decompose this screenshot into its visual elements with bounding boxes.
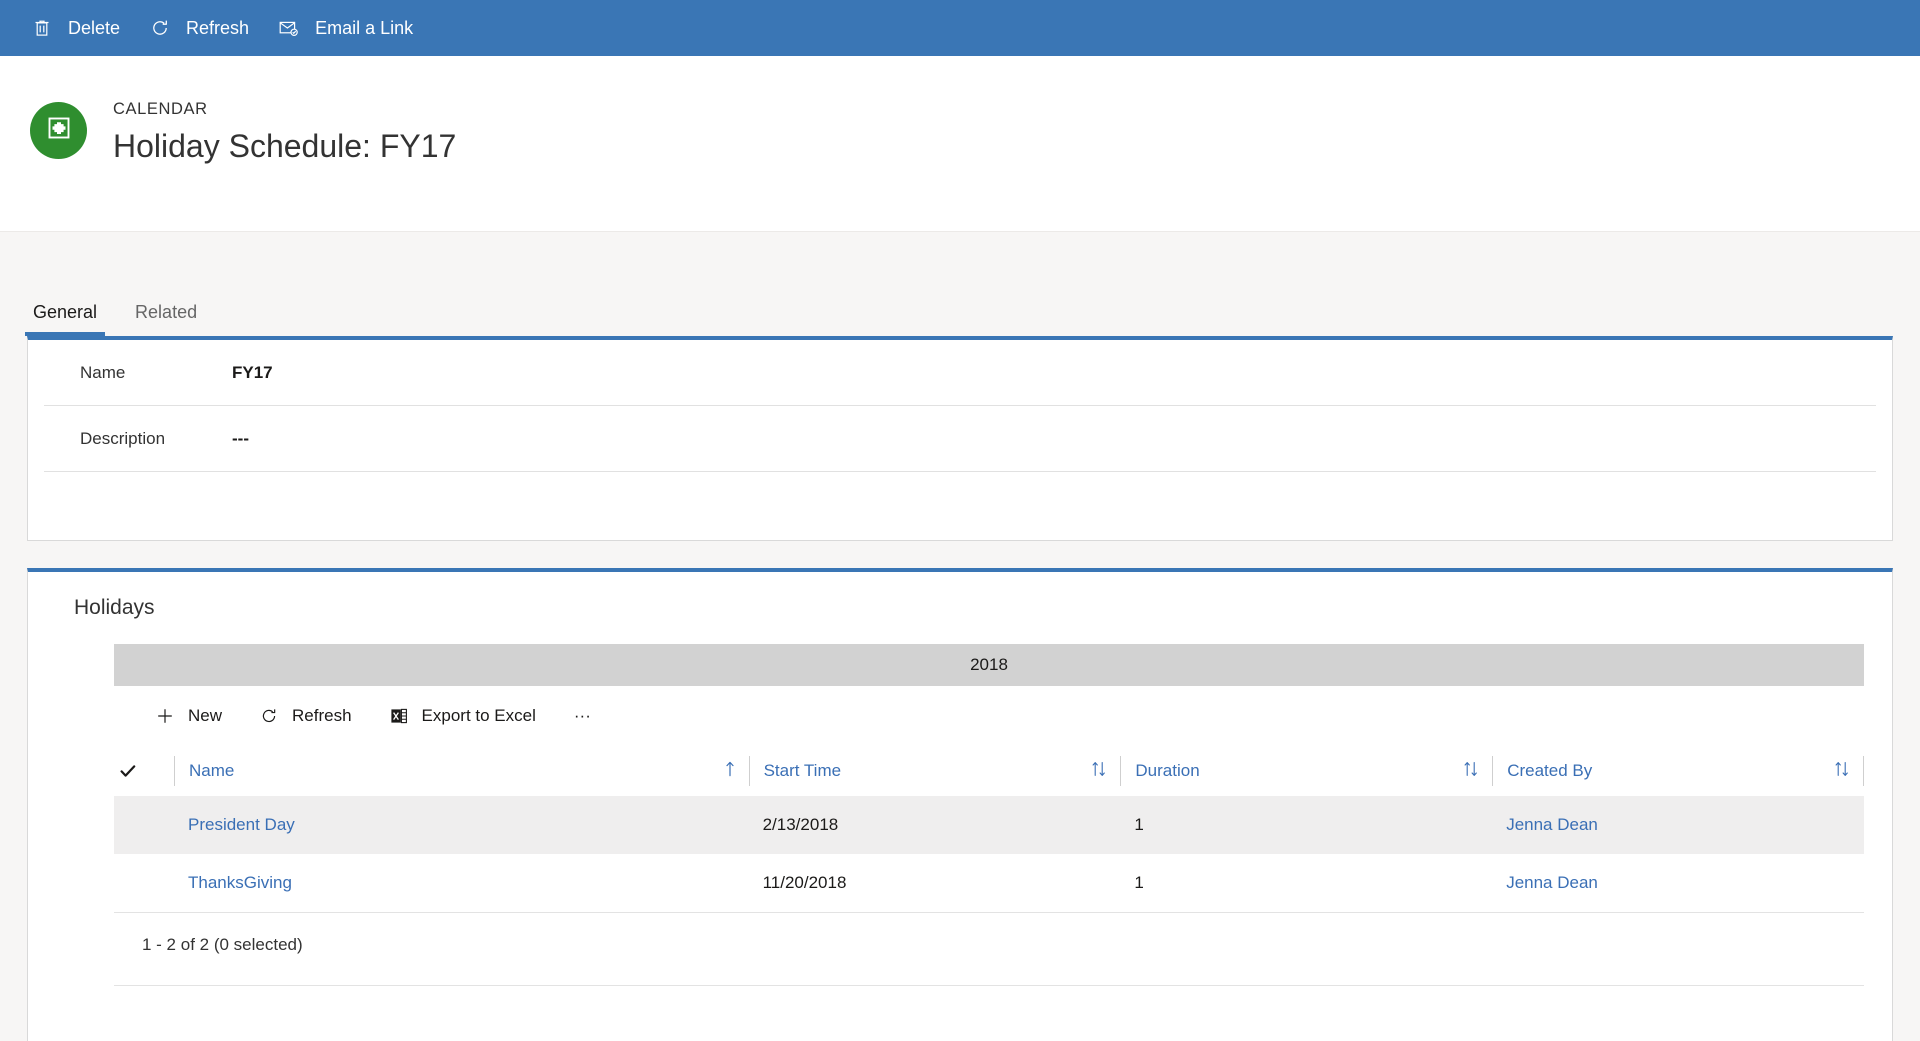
- trash-icon: [30, 16, 54, 40]
- email-link-icon: [277, 16, 301, 40]
- general-section-spacer: [44, 472, 1876, 512]
- record-header-text: CALENDAR Holiday Schedule: FY17: [113, 98, 456, 168]
- refresh-icon: [148, 16, 172, 40]
- description-field-label: Description: [80, 428, 166, 448]
- column-header-start-time[interactable]: Start Time: [748, 746, 1121, 796]
- row-name-link[interactable]: President Day: [188, 815, 295, 834]
- table-row[interactable]: President Day 2/13/2018 1 Jenna Dean: [114, 796, 1864, 855]
- delete-button-label: Delete: [68, 17, 121, 38]
- field-row-description: Description ---: [44, 406, 1876, 472]
- sort-ascending-icon: [723, 760, 737, 783]
- new-button-label: New: [188, 706, 223, 725]
- holidays-section-title: Holidays: [74, 596, 155, 619]
- row-name-cell[interactable]: President Day: [174, 796, 749, 855]
- grid-toolbar: New Refresh Export to Excel ···: [114, 686, 1864, 746]
- sort-toggle-icon: [1462, 760, 1480, 783]
- page-body: Name FY17 Description --- Holidays 2018: [0, 336, 1920, 1041]
- grid-refresh-button[interactable]: Refresh: [246, 696, 364, 736]
- grid-group-header: 2018: [114, 644, 1864, 686]
- email-a-link-button[interactable]: Email a Link: [263, 0, 427, 56]
- refresh-button-label: Refresh: [186, 17, 250, 38]
- tab-strip: General Related: [0, 231, 1920, 336]
- more-commands-button[interactable]: ···: [560, 696, 605, 736]
- sort-toggle-icon: [1833, 760, 1851, 783]
- page-title: Holiday Schedule: FY17: [113, 128, 457, 164]
- row-name-link[interactable]: ThanksGiving: [188, 873, 292, 892]
- tab-related-label: Related: [135, 302, 198, 322]
- row-created-by-cell[interactable]: Jenna Dean: [1492, 854, 1864, 913]
- checkmark-icon[interactable]: [114, 757, 142, 785]
- column-header-created-by-label: Created By: [1507, 761, 1593, 780]
- row-duration-cell: 1: [1120, 796, 1493, 855]
- row-start-time-cell: 11/20/2018: [748, 854, 1121, 913]
- export-to-excel-button-label: Export to Excel: [421, 706, 536, 725]
- column-header-name[interactable]: Name: [174, 746, 749, 796]
- row-created-by-link[interactable]: Jenna Dean: [1506, 873, 1598, 892]
- plus-icon: [154, 705, 176, 727]
- row-select-checkbox[interactable]: [114, 854, 174, 913]
- email-a-link-button-label: Email a Link: [315, 17, 414, 38]
- column-header-name-label: Name: [189, 761, 235, 780]
- row-duration-cell: 1: [1120, 854, 1493, 913]
- tab-general[interactable]: General: [25, 300, 106, 336]
- more-commands-icon: ···: [573, 706, 591, 725]
- tab-related[interactable]: Related: [127, 300, 205, 336]
- refresh-button[interactable]: Refresh: [134, 0, 263, 56]
- name-field-label: Name: [80, 362, 126, 382]
- name-field-value[interactable]: FY17: [232, 363, 273, 383]
- sort-toggle-icon: [1090, 760, 1108, 783]
- entity-type-label: CALENDAR: [113, 100, 208, 118]
- tab-general-label: General: [33, 302, 98, 322]
- column-header-created-by[interactable]: Created By: [1492, 746, 1864, 796]
- delete-button[interactable]: Delete: [16, 0, 134, 56]
- column-header-duration-label: Duration: [1135, 761, 1200, 780]
- row-name-cell[interactable]: ThanksGiving: [174, 854, 749, 913]
- field-row-name: Name FY17: [44, 340, 1876, 406]
- refresh-icon: [258, 705, 280, 727]
- table-row[interactable]: ThanksGiving 11/20/2018 1 Jenna Dean: [114, 854, 1864, 913]
- grid-header-row: Name Start Time Duration Created By: [114, 746, 1864, 796]
- row-start-time-cell: 2/13/2018: [748, 796, 1121, 855]
- holidays-subgrid-inner: 2018 New Refresh Export to Excel ··· Nam…: [28, 644, 1892, 986]
- export-to-excel-button[interactable]: Export to Excel: [376, 696, 548, 736]
- grid-refresh-button-label: Refresh: [292, 706, 352, 725]
- new-button[interactable]: New: [142, 696, 234, 736]
- grid-bottom-divider: [114, 984, 1864, 986]
- avatar: [30, 102, 87, 159]
- row-created-by-link[interactable]: Jenna Dean: [1506, 815, 1598, 834]
- description-field-value[interactable]: ---: [232, 429, 249, 449]
- excel-icon: [388, 705, 410, 727]
- column-header-start-time-label: Start Time: [763, 761, 842, 780]
- calendar-entity-icon: [46, 115, 72, 146]
- holidays-subgrid-card: Holidays 2018 New Refresh Export to Exce…: [27, 568, 1893, 1041]
- column-header-duration[interactable]: Duration: [1120, 746, 1492, 796]
- grid-record-count: 1 - 2 of 2 (0 selected): [142, 934, 303, 954]
- command-bar: Delete Refresh Email a Link: [0, 0, 1920, 56]
- grid-group-header-label: 2018: [970, 655, 1008, 674]
- select-all-header[interactable]: [114, 746, 174, 796]
- general-section-card: Name FY17 Description ---: [27, 336, 1893, 541]
- holidays-grid: Name Start Time Duration Created By Pres…: [114, 746, 1864, 913]
- row-select-checkbox[interactable]: [114, 796, 174, 855]
- row-created-by-cell[interactable]: Jenna Dean: [1492, 796, 1864, 855]
- record-header: CALENDAR Holiday Schedule: FY17: [0, 56, 1920, 231]
